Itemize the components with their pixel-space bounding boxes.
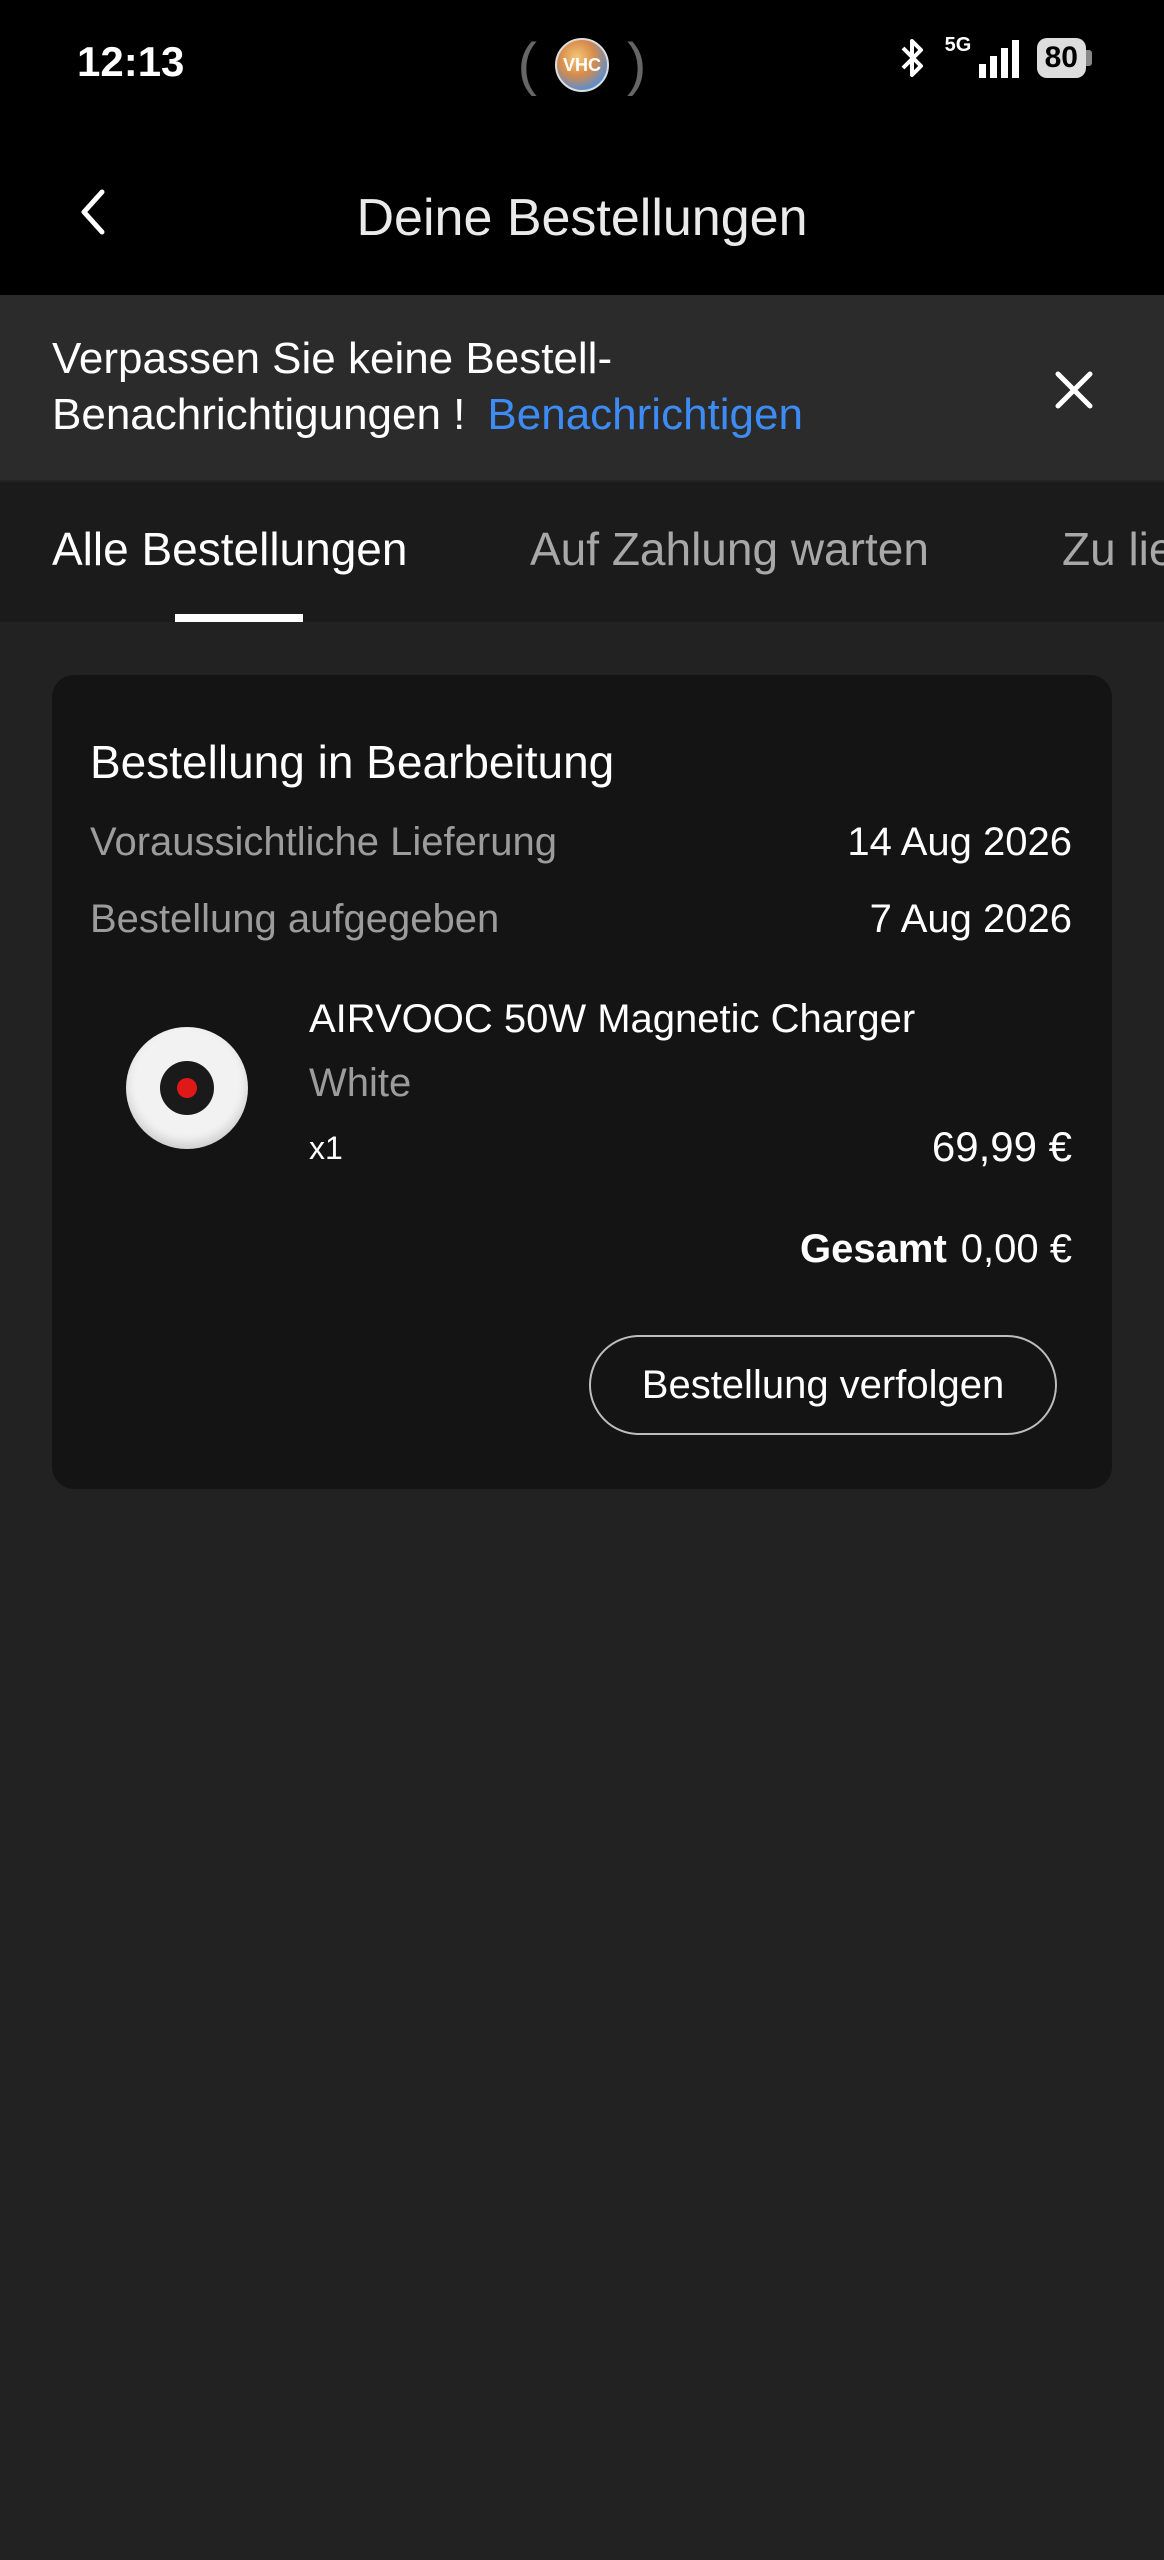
product-variant: White	[309, 1061, 412, 1105]
bluetooth-icon	[901, 39, 923, 77]
order-placed-value: 7 Aug 2026	[869, 897, 1072, 941]
status-time: 12:13	[77, 38, 185, 85]
total-value: 0,00 €	[960, 1227, 1072, 1271]
battery-level: 80	[1036, 38, 1086, 78]
close-icon[interactable]	[1048, 364, 1100, 416]
product-name[interactable]: AIRVOOC 50W Magnetic Charger	[309, 997, 915, 1042]
notify-link[interactable]: Benachrichtigen	[487, 390, 803, 439]
tab-indicator	[175, 614, 303, 622]
paren-left-icon: (	[517, 32, 537, 97]
status-bar: 12:13 ( VHC ) 5G 80	[0, 0, 1164, 130]
track-order-button[interactable]: Bestellung verfolgen	[589, 1335, 1057, 1435]
paren-right-icon: )	[627, 32, 647, 97]
product-image[interactable]	[126, 1027, 248, 1149]
delivery-estimate-label: Voraussichtliche Lieferung	[90, 820, 557, 864]
notification-line-1: Verpassen Sie keine Bestell-	[52, 334, 613, 383]
app-header: Deine Bestellungen	[0, 130, 1164, 295]
page-title: Deine Bestellungen	[356, 189, 808, 247]
order-placed-label: Bestellung aufgegeben	[90, 897, 500, 941]
order-status: Bestellung in Bearbeitung	[90, 736, 615, 788]
order-card[interactable]: Bestellung in Bearbeitung Voraussichtlic…	[52, 675, 1112, 1489]
tab-all-orders[interactable]: Alle Bestellungen	[52, 522, 407, 576]
notification-line-2: Benachrichtigungen !	[52, 390, 466, 439]
notification-banner: Verpassen Sie keine Bestell- Benachricht…	[0, 295, 1164, 480]
battery-icon: 80	[1036, 38, 1092, 78]
order-tabs: Alle Bestellungen Auf Zahlung warten Zu …	[0, 482, 1164, 622]
status-icons: 5G 80	[895, 34, 1092, 80]
tab-to-deliver[interactable]: Zu lie	[1062, 522, 1164, 576]
status-center-badge: ( VHC )	[512, 30, 652, 100]
signal-icon: 5G	[945, 34, 1021, 80]
delivery-estimate-value: 14 Aug 2026	[847, 820, 1072, 864]
avatar: VHC	[555, 38, 609, 92]
product-quantity: x1	[309, 1130, 343, 1166]
product-price: 69,99 €	[931, 1123, 1072, 1170]
tab-awaiting-payment[interactable]: Auf Zahlung warten	[530, 522, 929, 576]
notification-text: Verpassen Sie keine Bestell- Benachricht…	[52, 331, 1052, 443]
order-total: Gesamt 0,00 €	[800, 1227, 1072, 1272]
total-label: Gesamt	[800, 1227, 947, 1271]
